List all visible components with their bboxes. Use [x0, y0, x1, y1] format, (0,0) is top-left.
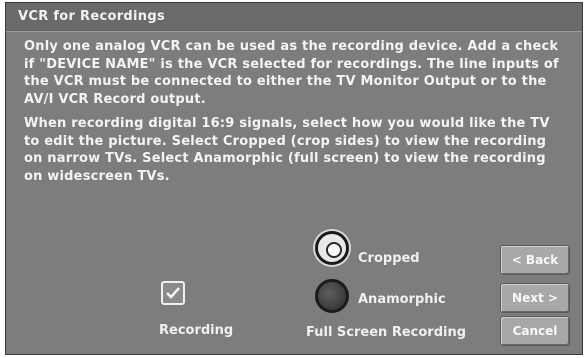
cancel-button[interactable]: Cancel	[500, 316, 570, 346]
recording-checkbox-label: Recording	[159, 323, 234, 338]
instructions-paragraph-recording-format: When recording digital 16:9 signals, sel…	[24, 116, 550, 184]
next-button[interactable]: Next >	[500, 283, 570, 313]
full-screen-recording-caption: Full Screen Recording	[306, 325, 467, 340]
anamorphic-radio-label[interactable]: Anamorphic	[358, 292, 446, 307]
title-bar: VCR for Recordings	[6, 3, 582, 32]
vcr-recordings-dialog: VCR for Recordings Only one analog VCR c…	[5, 2, 583, 355]
anamorphic-radio-button[interactable]	[315, 279, 349, 313]
recording-checkbox[interactable]	[161, 281, 185, 305]
cropped-radio-button[interactable]	[315, 231, 349, 265]
dialog-title: VCR for Recordings	[18, 9, 165, 24]
instructions-paragraph-vcr: Only one analog VCR can be used as the r…	[24, 39, 559, 107]
back-button[interactable]: < Back	[500, 245, 570, 275]
cropped-radio-label[interactable]: Cropped	[358, 251, 420, 266]
checkmark-icon	[166, 287, 180, 299]
